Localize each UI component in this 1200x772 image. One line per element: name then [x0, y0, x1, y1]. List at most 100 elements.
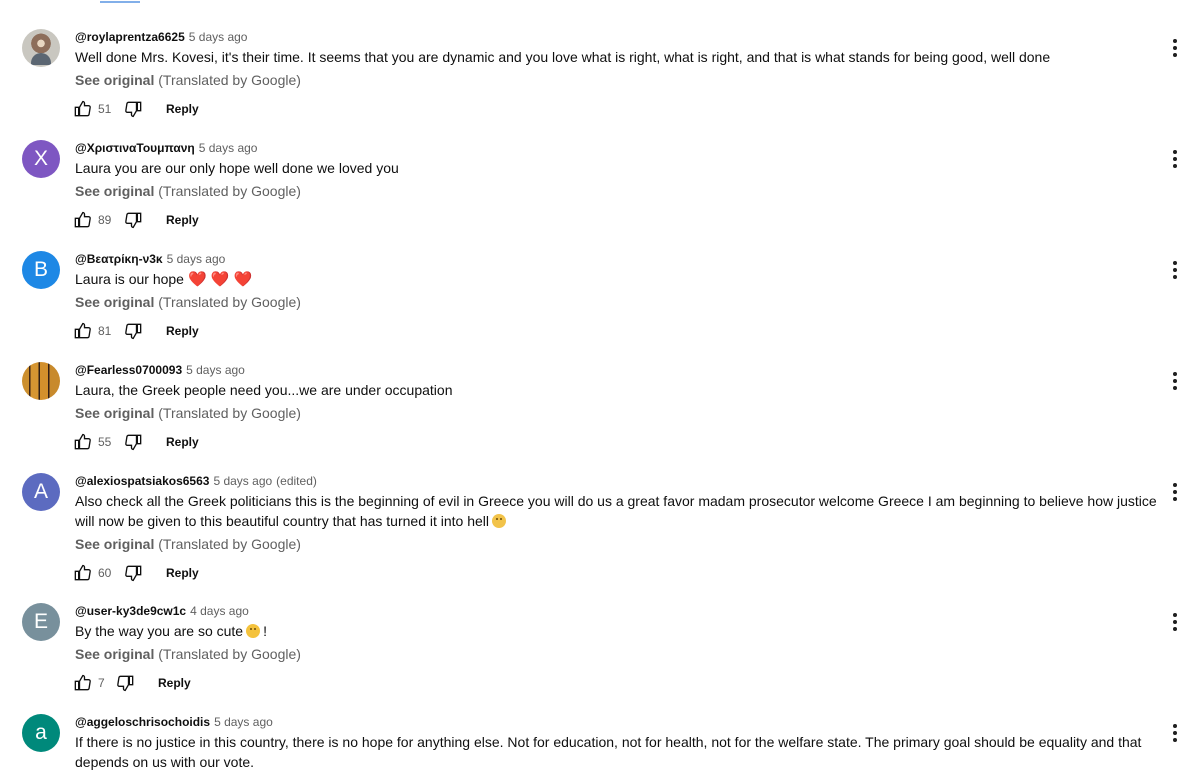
comment-header: @Βεατρίκη-ν3κ 5 days ago — [75, 251, 225, 267]
more-vertical-icon[interactable] — [1170, 483, 1180, 505]
like-count: 89 — [98, 213, 112, 227]
comment-time[interactable]: 5 days ago — [199, 141, 258, 155]
translation-toggle[interactable]: See original (Translated by Google) — [75, 534, 301, 554]
translated-by-google-label: (Translated by Google) — [158, 183, 301, 199]
comment-text-suffix: ! — [263, 623, 267, 639]
translation-toggle[interactable]: See original (Translated by Google) — [75, 644, 301, 664]
thumb-down-icon[interactable] — [124, 563, 144, 583]
comment-author[interactable]: @aggeloschrisochoidis — [75, 715, 210, 729]
more-vertical-icon[interactable] — [1170, 150, 1180, 172]
translation-toggle[interactable]: See original (Translated by Google) — [75, 181, 301, 201]
see-original-link[interactable]: See original — [75, 72, 154, 88]
edited-label: (edited) — [276, 474, 317, 488]
thumb-down-icon[interactable] — [124, 99, 144, 119]
thumb-down-icon[interactable] — [116, 673, 136, 693]
thumb-up-icon[interactable] — [72, 321, 92, 341]
comment-text: Laura, the Greek people need you...we ar… — [75, 382, 453, 398]
comment-header: @Fearless0700093 5 days ago — [75, 362, 245, 378]
thumb-down-icon[interactable] — [124, 432, 144, 452]
translated-by-google-label: (Translated by Google) — [158, 294, 301, 310]
see-original-link[interactable]: See original — [75, 536, 154, 552]
comment-text: If there is no justice in this country, … — [75, 734, 1142, 770]
see-original-link[interactable]: See original — [75, 294, 154, 310]
comment-text-content: Also check all the Greek politicians thi… — [75, 493, 1157, 529]
more-vertical-icon[interactable] — [1170, 39, 1180, 61]
smiling-face-icon — [246, 624, 261, 638]
translation-toggle[interactable]: See original (Translated by Google) — [75, 403, 301, 423]
see-original-link[interactable]: See original — [75, 183, 154, 199]
avatar[interactable] — [22, 29, 60, 67]
reply-button[interactable]: Reply — [166, 213, 199, 227]
reply-button[interactable]: Reply — [166, 435, 199, 449]
thumb-down-icon[interactable] — [124, 210, 144, 230]
comment-time[interactable]: 5 days ago — [189, 30, 248, 44]
comment-actions: 51 Reply — [72, 97, 199, 121]
comment-author[interactable]: @roylaprentza6625 — [75, 30, 185, 44]
comment-header: @ΧριστιναΤουμπανη 5 days ago — [75, 140, 257, 156]
comments-panel: @roylaprentza6625 5 days ago Well done Mr… — [0, 0, 1200, 772]
see-original-link[interactable]: See original — [75, 646, 154, 662]
sad-face-icon — [492, 514, 507, 528]
avatar[interactable]: X — [22, 140, 60, 178]
thumb-up-icon[interactable] — [72, 673, 92, 693]
comment-time[interactable]: 5 days ago — [213, 474, 272, 488]
translation-toggle[interactable]: See original (Translated by Google) — [75, 70, 301, 90]
top-link-fragment — [100, 0, 140, 3]
thumb-up-icon[interactable] — [72, 563, 92, 583]
comment-actions: 55 Reply — [72, 430, 199, 454]
comment-time[interactable]: 5 days ago — [186, 363, 245, 377]
avatar[interactable] — [22, 362, 60, 400]
comment-text: Also check all the Greek politicians thi… — [75, 491, 1160, 531]
reply-button[interactable]: Reply — [166, 324, 199, 338]
avatar[interactable]: E — [22, 603, 60, 641]
comment-header: @user-ky3de9cw1c 4 days ago — [75, 603, 249, 619]
avatar[interactable]: B — [22, 251, 60, 289]
thumb-up-icon[interactable] — [72, 99, 92, 119]
more-vertical-icon[interactable] — [1170, 372, 1180, 394]
comment-actions: 81 Reply — [72, 319, 199, 343]
comment-actions: 7 Reply — [72, 671, 191, 695]
more-vertical-icon[interactable] — [1170, 261, 1180, 283]
avatar[interactable]: A — [22, 473, 60, 511]
like-count: 55 — [98, 435, 112, 449]
translated-by-google-label: (Translated by Google) — [158, 72, 301, 88]
like-count: 81 — [98, 324, 112, 338]
translation-toggle[interactable]: See original (Translated by Google) — [75, 292, 301, 312]
reply-button[interactable]: Reply — [158, 676, 191, 690]
reply-button[interactable]: Reply — [166, 102, 199, 116]
like-count: 7 — [98, 676, 105, 690]
thumb-down-icon[interactable] — [124, 321, 144, 341]
like-count: 60 — [98, 566, 112, 580]
comment-author[interactable]: @Βεατρίκη-ν3κ — [75, 252, 163, 266]
comment-text-content: By the way you are so cute — [75, 623, 244, 639]
translated-by-google-label: (Translated by Google) — [158, 646, 301, 662]
comment-time[interactable]: 4 days ago — [190, 604, 249, 618]
comment-header: @roylaprentza6625 5 days ago — [75, 29, 247, 45]
thumb-up-icon[interactable] — [72, 432, 92, 452]
comment-header: @alexiospatsiakos6563 5 days ago (edited) — [75, 473, 317, 489]
comment-actions: 89 Reply — [72, 208, 199, 232]
comment-author[interactable]: @Fearless0700093 — [75, 363, 182, 377]
comment-text: Laura is our hope ❤️ ❤️ ❤️ — [75, 269, 1160, 290]
avatar[interactable]: a — [22, 714, 60, 752]
comment-header: @aggeloschrisochoidis 5 days ago — [75, 714, 273, 730]
like-count: 51 — [98, 102, 112, 116]
comment-text: Well done Mrs. Kovesi, it's their time. … — [75, 49, 1051, 65]
heart-emoji-icon: ❤️ ❤️ ❤️ — [187, 271, 253, 288]
comment-author[interactable]: @ΧριστιναΤουμπανη — [75, 141, 195, 155]
comment-author[interactable]: @alexiospatsiakos6563 — [75, 474, 209, 488]
comment-author[interactable]: @user-ky3de9cw1c — [75, 604, 186, 618]
comment-time[interactable]: 5 days ago — [214, 715, 273, 729]
comment-text-content: Laura is our hope — [75, 271, 184, 287]
thumb-up-icon[interactable] — [72, 210, 92, 230]
see-original-link[interactable]: See original — [75, 405, 154, 421]
comment-text: By the way you are so cute! — [75, 621, 1160, 641]
reply-button[interactable]: Reply — [166, 566, 199, 580]
more-vertical-icon[interactable] — [1170, 724, 1180, 746]
translated-by-google-label: (Translated by Google) — [158, 536, 301, 552]
comment-text: Laura you are our only hope well done we… — [75, 160, 399, 176]
comment-actions: 60 Reply — [72, 561, 199, 585]
more-vertical-icon[interactable] — [1170, 613, 1180, 635]
comment-time[interactable]: 5 days ago — [167, 252, 226, 266]
translated-by-google-label: (Translated by Google) — [158, 405, 301, 421]
